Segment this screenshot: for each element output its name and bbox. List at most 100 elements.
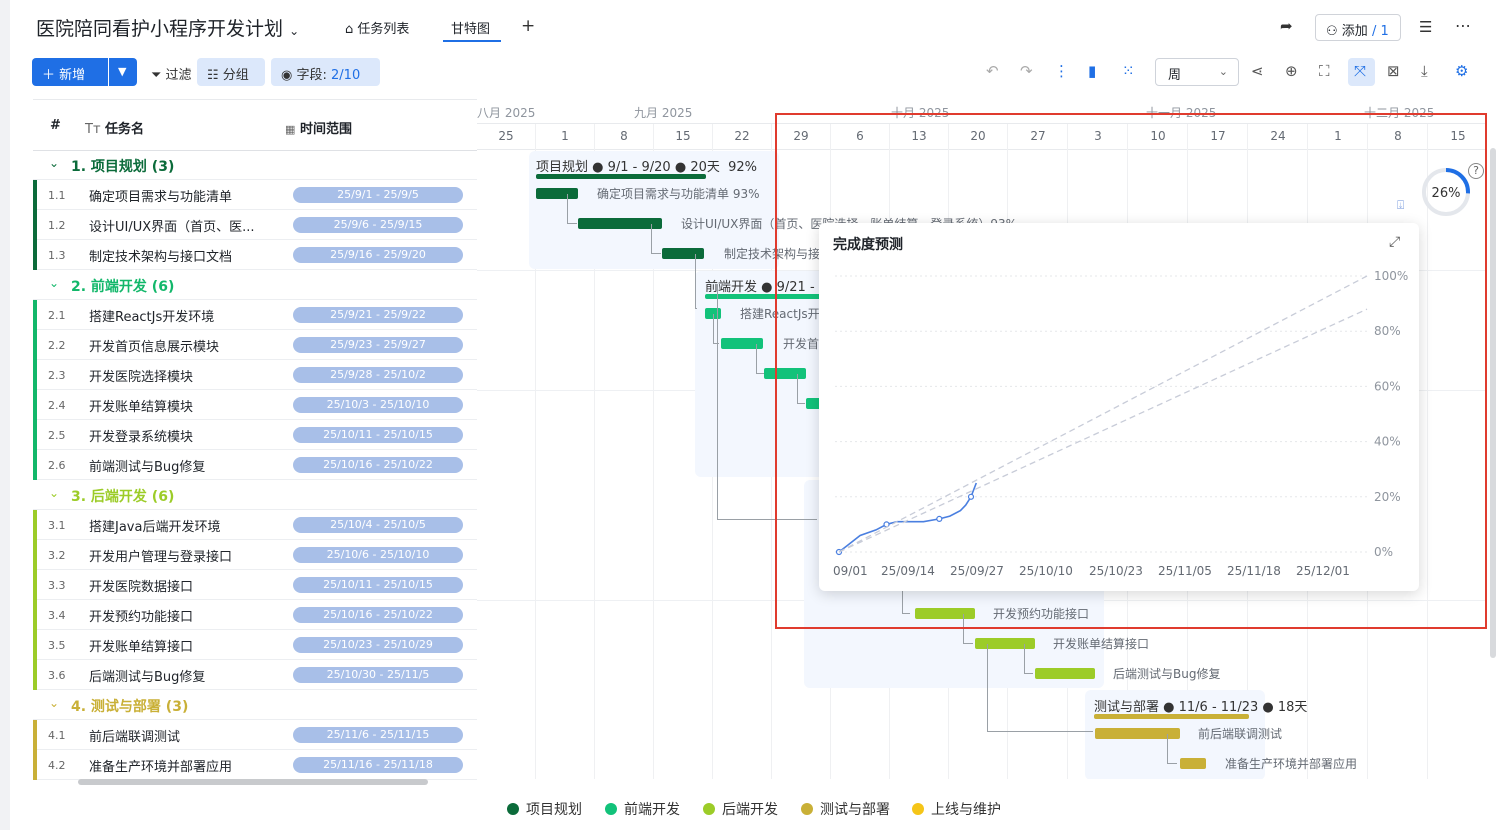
gantt-bar[interactable]	[662, 248, 704, 259]
table-row[interactable]: 1.3 制定技术架构与接口文档 25/9/16 - 25/9/20	[33, 240, 477, 270]
baseline-icon[interactable]: ⊠	[1387, 62, 1400, 80]
group-row[interactable]: ⌄ 2. 前端开发 (6)	[33, 270, 477, 300]
chevron-down-icon[interactable]: ⌄	[49, 276, 59, 290]
task-name[interactable]: 开发预约功能接口	[89, 606, 275, 625]
table-row[interactable]: 2.4 开发账单结算模块 25/10/3 - 25/10/10	[33, 390, 477, 420]
time-scale-select[interactable]: 周 ⌄	[1155, 58, 1239, 86]
date-range-pill[interactable]: 25/10/30 - 25/11/5	[293, 667, 463, 683]
tab-gantt[interactable]: 甘特图	[451, 18, 490, 37]
filter-button[interactable]: ⏷ 过滤	[151, 64, 192, 83]
dependency-icon[interactable]: ⋖	[1251, 62, 1264, 80]
task-name[interactable]: 开发账单结算模块	[89, 396, 275, 415]
task-name[interactable]: 开发首页信息展示模块	[89, 336, 275, 355]
undo-icon[interactable]: ↶	[986, 62, 999, 80]
bar-chart-icon[interactable]: ▮	[1088, 62, 1096, 80]
date-range-pill[interactable]: 25/9/28 - 25/10/2	[293, 367, 463, 383]
table-row[interactable]: 2.3 开发医院选择模块 25/9/28 - 25/10/2	[33, 360, 477, 390]
table-row[interactable]: 3.5 开发账单结算接口 25/10/23 - 25/10/29	[33, 630, 477, 660]
add-member-button[interactable]: ⚇ 添加 / 1	[1315, 14, 1401, 41]
more-icon[interactable]: ⋯	[1455, 16, 1471, 35]
gantt-bar[interactable]	[1180, 758, 1206, 769]
new-button[interactable]: ＋ 新增	[32, 58, 108, 86]
new-dropdown-button[interactable]: ▼	[109, 58, 137, 86]
tab-task-list[interactable]: ⌂ 任务列表	[345, 18, 409, 37]
task-name[interactable]: 开发医院数据接口	[89, 576, 275, 595]
task-name[interactable]: 设计UI/UX界面（首页、医...	[89, 216, 275, 235]
legend-item[interactable]: 上线与维护	[912, 799, 1001, 819]
group-row[interactable]: ⌄ 1. 项目规划 (3)	[33, 150, 477, 180]
hierarchy-icon[interactable]: ⋮	[1054, 62, 1069, 80]
task-name[interactable]: 确定项目需求与功能清单	[89, 186, 275, 205]
redo-icon[interactable]: ↷	[1020, 62, 1033, 80]
add-tab-icon[interactable]: +	[521, 16, 535, 36]
table-row[interactable]: 4.2 准备生产环境并部署应用 25/11/16 - 25/11/18	[33, 750, 477, 780]
table-row[interactable]: 3.1 搭建Java后端开发环境 25/10/4 - 25/10/5	[33, 510, 477, 540]
group-row[interactable]: ⌄ 3. 后端开发 (6)	[33, 480, 477, 510]
table-row[interactable]: 2.1 搭建ReactJs开发环境 25/9/21 - 25/9/22	[33, 300, 477, 330]
date-range-pill[interactable]: 25/10/23 - 25/10/29	[293, 637, 463, 653]
project-title[interactable]: 医院陪同看护小程序开发计划 ⌄	[36, 14, 299, 41]
task-name[interactable]: 搭建Java后端开发环境	[89, 516, 275, 535]
table-row[interactable]: 3.3 开发医院数据接口 25/10/11 - 25/10/15	[33, 570, 477, 600]
date-range-pill[interactable]: 25/11/6 - 25/11/15	[293, 727, 463, 743]
date-range-pill[interactable]: 25/9/1 - 25/9/5	[293, 187, 463, 203]
date-range-pill[interactable]: 25/11/16 - 25/11/18	[293, 757, 463, 773]
download-icon[interactable]: ⤓	[1421, 62, 1428, 80]
fit-icon[interactable]: ⛶	[1319, 62, 1330, 80]
share-icon[interactable]: ➦	[1280, 17, 1293, 35]
date-range-pill[interactable]: 25/10/4 - 25/10/5	[293, 517, 463, 533]
fullscreen-button[interactable]: ⤧	[1348, 58, 1375, 86]
settings-icon[interactable]: ⚙	[1455, 62, 1468, 80]
legend-item[interactable]: 项目规划	[507, 799, 582, 819]
date-range-pill[interactable]: 25/9/23 - 25/9/27	[293, 337, 463, 353]
date-range-pill[interactable]: 25/10/3 - 25/10/10	[293, 397, 463, 413]
group-row[interactable]: ⌄ 4. 测试与部署 (3)	[33, 690, 477, 720]
col-name-header[interactable]: Tт 任务名	[85, 118, 144, 137]
task-name[interactable]: 开发账单结算接口	[89, 636, 275, 655]
table-row[interactable]: 2.5 开发登录系统模块 25/10/11 - 25/10/15	[33, 420, 477, 450]
task-name[interactable]: 搭建ReactJs开发环境	[89, 306, 275, 325]
gantt-bar[interactable]	[578, 218, 662, 229]
list-add-icon[interactable]: ☰	[1419, 18, 1432, 36]
table-row[interactable]: 1.1 确定项目需求与功能清单 25/9/1 - 25/9/5	[33, 180, 477, 210]
chevron-down-icon[interactable]: ⌄	[49, 156, 59, 170]
group-button[interactable]: ☷ 分组	[197, 58, 265, 86]
table-row[interactable]: 4.1 前后端联调测试 25/11/6 - 25/11/15	[33, 720, 477, 750]
task-name[interactable]: 制定技术架构与接口文档	[89, 246, 275, 265]
legend-item[interactable]: 后端开发	[703, 799, 778, 819]
task-name[interactable]: 准备生产环境并部署应用	[89, 756, 275, 775]
legend-item[interactable]: 测试与部署	[801, 799, 890, 819]
grid-dots-icon[interactable]: ⁙	[1122, 62, 1135, 80]
vertical-scrollbar[interactable]	[1490, 148, 1496, 658]
col-range-header[interactable]: ▦ 时间范围	[285, 118, 352, 137]
chevron-down-icon[interactable]: ⌄	[49, 696, 59, 710]
table-row[interactable]: 1.2 设计UI/UX界面（首页、医... 25/9/6 - 25/9/15	[33, 210, 477, 240]
locate-icon[interactable]: ⊕	[1285, 62, 1298, 80]
task-name[interactable]: 前后端联调测试	[89, 726, 275, 745]
summary-bar[interactable]	[536, 174, 706, 179]
date-range-pill[interactable]: 25/9/16 - 25/9/20	[293, 247, 463, 263]
fields-button[interactable]: ◉ 字段: 2/10	[271, 58, 380, 86]
chevron-down-icon[interactable]: ⌄	[49, 486, 59, 500]
table-row[interactable]: 3.4 开发预约功能接口 25/10/16 - 25/10/22	[33, 600, 477, 630]
date-range-pill[interactable]: 25/10/11 - 25/10/15	[293, 577, 463, 593]
date-range-pill[interactable]: 25/9/6 - 25/9/15	[293, 217, 463, 233]
task-name[interactable]: 前端测试与Bug修复	[89, 456, 275, 475]
task-name[interactable]: 开发登录系统模块	[89, 426, 275, 445]
table-row[interactable]: 3.2 开发用户管理与登录接口 25/10/6 - 25/10/10	[33, 540, 477, 570]
summary-bar[interactable]	[1094, 714, 1249, 719]
date-range-pill[interactable]: 25/9/21 - 25/9/22	[293, 307, 463, 323]
date-range-pill[interactable]: 25/10/6 - 25/10/10	[293, 547, 463, 563]
table-row[interactable]: 2.6 前端测试与Bug修复 25/10/16 - 25/10/22	[33, 450, 477, 480]
table-row[interactable]: 2.2 开发首页信息展示模块 25/9/23 - 25/9/27	[33, 330, 477, 360]
task-name[interactable]: 开发医院选择模块	[89, 366, 275, 385]
horizontal-scrollbar[interactable]	[78, 779, 428, 785]
date-range-pill[interactable]: 25/10/11 - 25/10/15	[293, 427, 463, 443]
table-row[interactable]: 3.6 后端测试与Bug修复 25/10/30 - 25/11/5	[33, 660, 477, 690]
legend-item[interactable]: 前端开发	[605, 799, 680, 819]
date-range-pill[interactable]: 25/10/16 - 25/10/22	[293, 607, 463, 623]
task-name[interactable]: 开发用户管理与登录接口	[89, 546, 275, 565]
chevron-down-icon[interactable]: ⌄	[289, 24, 299, 38]
task-name[interactable]: 后端测试与Bug修复	[89, 666, 275, 685]
date-range-pill[interactable]: 25/10/16 - 25/10/22	[293, 457, 463, 473]
